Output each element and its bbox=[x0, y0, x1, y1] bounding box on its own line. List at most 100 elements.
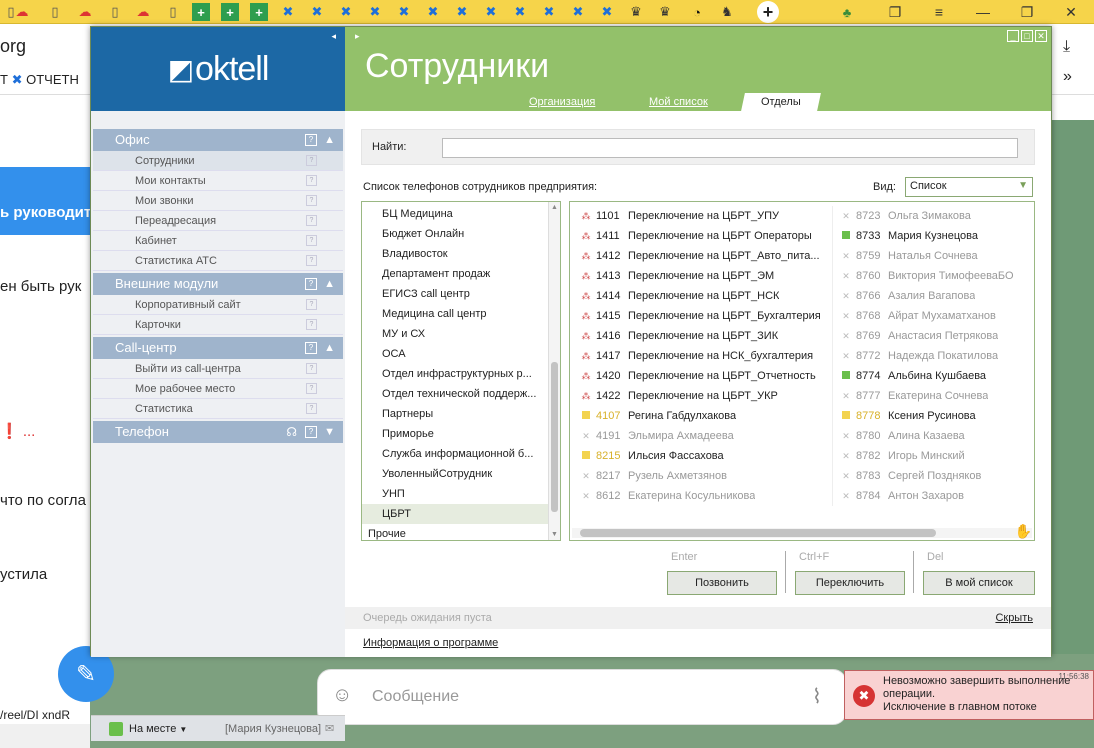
error-notification[interactable]: ✖ 11:56:38 Невозможно завершить выполнен… bbox=[844, 670, 1094, 720]
department-item[interactable]: МУ и СХ bbox=[362, 324, 548, 344]
about-link[interactable]: Информация о программе bbox=[363, 637, 498, 649]
sidebar-item-forwarding[interactable]: Переадресация? bbox=[93, 211, 343, 231]
sidebar-item-pbx-stats[interactable]: Статистика АТС? bbox=[93, 251, 343, 271]
help-icon[interactable]: ? bbox=[305, 134, 317, 146]
employee-row[interactable]: ✕ 4191 Эльмира Ахмадеева bbox=[580, 426, 733, 446]
employee-row[interactable]: ⁂ 1422 Переключение на ЦБРТ_УКР bbox=[580, 386, 778, 406]
minimize-icon[interactable]: _ bbox=[1007, 30, 1019, 42]
employee-row[interactable]: ⁂ 1416 Переключение на ЦБРТ_ЗИК bbox=[580, 326, 779, 346]
employee-row[interactable]: ⁂ 1411 Переключение на ЦБРТ Операторы bbox=[580, 226, 812, 246]
collapse-up-icon[interactable]: ▲ bbox=[324, 273, 335, 295]
sidebar-section-external[interactable]: Внешние модули? ▲ bbox=[93, 273, 343, 295]
scrollbar-thumb[interactable] bbox=[580, 529, 936, 537]
tab-departments[interactable]: Отделы bbox=[741, 93, 821, 111]
employee-row[interactable]: ✕ 8759 Наталья Сочнева bbox=[840, 246, 977, 266]
scroll-down-icon[interactable]: ▼ bbox=[551, 531, 558, 538]
employee-row[interactable]: 8215 Ильсия Фассахова bbox=[580, 446, 724, 466]
help-icon[interactable]: ? bbox=[306, 255, 317, 266]
sidebar-item-corp-site[interactable]: Корпоративный сайт? bbox=[93, 295, 343, 315]
department-item[interactable]: ЕГИСЗ call центр bbox=[362, 284, 548, 304]
employee-row[interactable]: 8733 Мария Кузнецова bbox=[840, 226, 978, 246]
tab-cloud-icon[interactable]: ☁ bbox=[76, 3, 94, 21]
call-button[interactable]: Позвонить bbox=[667, 571, 777, 595]
horizontal-scrollbar[interactable] bbox=[572, 528, 1032, 538]
message-input[interactable]: Сообщение bbox=[372, 688, 459, 706]
help-icon[interactable]: ? bbox=[306, 215, 317, 226]
scroll-up-icon[interactable]: ▲ bbox=[551, 204, 558, 211]
tab-app-icon[interactable]: ✖ bbox=[279, 3, 297, 21]
tab-extension-icon[interactable]: ♣ bbox=[838, 3, 856, 21]
tab-app-icon[interactable]: ✖ bbox=[424, 3, 442, 21]
view-select[interactable]: Список ▼ bbox=[905, 177, 1033, 197]
tab-emblem-icon[interactable]: ♛ bbox=[627, 3, 645, 21]
employee-row[interactable]: ⁂ 1417 Переключение на НСК_бухгалтерия bbox=[580, 346, 814, 366]
employee-row[interactable]: ✕ 8760 Виктория ТимофееваБО bbox=[840, 266, 1013, 286]
transfer-button[interactable]: Переключить bbox=[795, 571, 905, 595]
tab-app-icon[interactable]: ✖ bbox=[511, 3, 529, 21]
chat-preview[interactable]: устила bbox=[0, 566, 47, 583]
help-icon[interactable]: ? bbox=[306, 155, 317, 166]
sidebar-section-phone[interactable]: Телефон ☊? ▼ bbox=[93, 421, 343, 443]
message-compose-box[interactable]: ☺ Сообщение ⌇ bbox=[317, 669, 847, 725]
tab-my-list[interactable]: Мой список bbox=[649, 96, 708, 108]
sidebar-section-office[interactable]: Офис? ▲ bbox=[93, 129, 343, 151]
collapse-up-icon[interactable]: ▲ bbox=[324, 337, 335, 359]
help-icon[interactable]: ? bbox=[306, 235, 317, 246]
close-icon[interactable]: ✕ bbox=[1035, 30, 1047, 42]
new-tab-button[interactable]: + bbox=[757, 1, 779, 23]
tab-app-icon[interactable]: ✖ bbox=[482, 3, 500, 21]
help-icon[interactable]: ? bbox=[306, 403, 317, 414]
employee-row[interactable]: ✕ 8766 Азалия Вагапова bbox=[840, 286, 975, 306]
department-item[interactable]: ЦБРТ bbox=[362, 504, 548, 524]
emoji-icon[interactable]: ☺ bbox=[332, 684, 352, 707]
employee-row[interactable]: ✕ 8777 Екатерина Сочнева bbox=[840, 386, 988, 406]
tab-organization[interactable]: Организация bbox=[529, 96, 595, 108]
tab-cloud-icon[interactable]: ☁ bbox=[13, 3, 31, 21]
close-icon[interactable]: ✕ bbox=[1060, 2, 1082, 22]
status-select[interactable]: На месте ▼ bbox=[129, 723, 187, 735]
tab-doc-icon[interactable]: ▯ bbox=[106, 3, 124, 21]
employee-row[interactable]: ⁂ 1414 Переключение на ЦБРТ_НСК bbox=[580, 286, 780, 306]
more-bookmarks-icon[interactable]: » bbox=[1063, 68, 1072, 86]
bookmark-item[interactable]: ОТЧЕТН bbox=[26, 72, 79, 87]
employee-row[interactable]: 8778 Ксения Русинова bbox=[840, 406, 976, 426]
expand-down-icon[interactable]: ▼ bbox=[324, 421, 335, 443]
sidebar-item-cabinet[interactable]: Кабинет? bbox=[93, 231, 343, 251]
department-item[interactable]: ОСА bbox=[362, 344, 548, 364]
headset-icon[interactable]: ☊ bbox=[286, 421, 297, 443]
employee-row[interactable]: ⁂ 1415 Переключение на ЦБРТ_Бухгалтерия bbox=[580, 306, 821, 326]
add-to-my-list-button[interactable]: В мой список bbox=[923, 571, 1035, 595]
maximize-icon[interactable]: □ bbox=[1021, 30, 1033, 42]
help-icon[interactable]: ? bbox=[306, 383, 317, 394]
department-item[interactable]: Бюджет Онлайн bbox=[362, 224, 548, 244]
tab-app-icon[interactable]: ✖ bbox=[453, 3, 471, 21]
employee-row[interactable]: 4107 Регина Габдулхакова bbox=[580, 406, 736, 426]
tab-cloud-icon[interactable]: ☁ bbox=[134, 3, 152, 21]
sidebar-item-cards[interactable]: Карточки? bbox=[93, 315, 343, 335]
department-item[interactable]: Медицина call центр bbox=[362, 304, 548, 324]
collapse-left-icon[interactable]: ◂ bbox=[331, 31, 335, 42]
help-icon[interactable]: ? bbox=[305, 278, 317, 290]
tab-app-icon[interactable]: ✖ bbox=[569, 3, 587, 21]
chat-preview[interactable]: ь руководит bbox=[0, 204, 91, 221]
department-item[interactable]: Партнеры bbox=[362, 404, 548, 424]
department-item[interactable]: Отдел технической поддерж... bbox=[362, 384, 548, 404]
tab-app-icon[interactable]: ✖ bbox=[395, 3, 413, 21]
employee-row[interactable]: ⁂ 1420 Переключение на ЦБРТ_Отчетность bbox=[580, 366, 816, 386]
hide-link[interactable]: Скрыть bbox=[995, 612, 1033, 624]
expand-icon[interactable]: ▸ bbox=[355, 31, 360, 42]
collapse-up-icon[interactable]: ▲ bbox=[324, 129, 335, 151]
employee-row[interactable]: ✕ 8772 Надежда Покатилова bbox=[840, 346, 998, 366]
employee-row[interactable]: ✕ 8723 Ольга Зимакова bbox=[840, 206, 971, 226]
sidebar-item-workplace[interactable]: Мое рабочее место? bbox=[93, 379, 343, 399]
help-icon[interactable]: ? bbox=[306, 319, 317, 330]
help-icon[interactable]: ? bbox=[305, 342, 317, 354]
minimize-icon[interactable]: — bbox=[972, 2, 994, 22]
department-item[interactable]: УНП bbox=[362, 484, 548, 504]
department-item[interactable]: Отдел инфраструктурных р... bbox=[362, 364, 548, 384]
sidebar-item-contacts[interactable]: Мои контакты? bbox=[93, 171, 343, 191]
sidebar-item-leave-callcenter[interactable]: Выйти из call-центра? bbox=[93, 359, 343, 379]
tabs-icon[interactable]: ❐ bbox=[884, 2, 906, 22]
department-item[interactable]: Приморье bbox=[362, 424, 548, 444]
tab-app-icon[interactable]: ✖ bbox=[337, 3, 355, 21]
